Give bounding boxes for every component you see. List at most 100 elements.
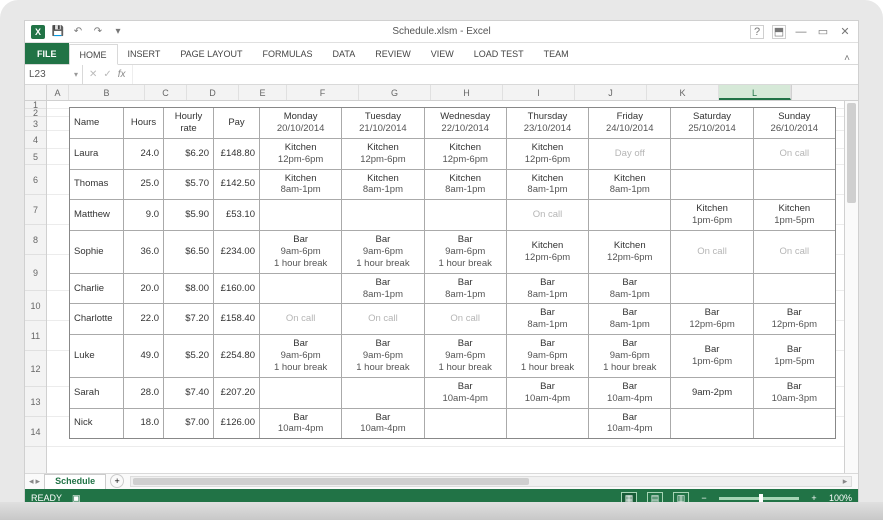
select-all-corner[interactable] xyxy=(25,85,47,100)
column-header-c[interactable]: C xyxy=(145,85,187,100)
qat-redo-button[interactable]: ↷ xyxy=(91,25,105,39)
column-header-g[interactable]: G xyxy=(359,85,431,100)
sheet-tab-schedule[interactable]: Schedule xyxy=(44,474,106,489)
add-sheet-button[interactable]: + xyxy=(110,474,124,488)
schedule-cell: Bar8am-1pm xyxy=(342,274,424,304)
schedule-cell xyxy=(754,274,835,304)
row-header-5[interactable]: 5 xyxy=(25,149,46,165)
schedule-cell: Kitchen8am-1pm xyxy=(425,170,507,200)
schedule-cell: Kitchen8am-1pm xyxy=(260,170,342,200)
column-header-f[interactable]: F xyxy=(287,85,359,100)
minimize-button[interactable]: — xyxy=(794,25,808,39)
formula-input[interactable] xyxy=(133,65,858,84)
column-header-j[interactable]: J xyxy=(575,85,647,100)
column-header-l[interactable]: L xyxy=(719,85,791,100)
schedule-cell: £254.80 xyxy=(214,335,260,377)
collapse-ribbon-button[interactable]: ˄ xyxy=(844,53,858,64)
laptop-base xyxy=(0,502,883,520)
schedule-cell: £142.50 xyxy=(214,170,260,200)
formula-cancel-button[interactable]: ✕ xyxy=(89,69,97,80)
schedule-cell: Bar8am-1pm xyxy=(589,274,671,304)
close-button[interactable]: ✕ xyxy=(838,25,852,39)
schedule-cell: $7.20 xyxy=(164,304,214,334)
schedule-cell: Kitchen12pm-6pm xyxy=(342,139,424,169)
schedule-cell: $5.90 xyxy=(164,200,214,230)
ribbon-tab-home[interactable]: HOME xyxy=(69,44,118,65)
sheet-next-button[interactable]: ▸ xyxy=(36,476,41,487)
row-header-10[interactable]: 10 xyxy=(25,291,46,321)
horizontal-scrollbar-thumb[interactable] xyxy=(133,478,529,485)
ribbon-tab-insert[interactable]: INSERT xyxy=(118,43,171,64)
horizontal-scrollbar[interactable]: ◂ ▸ xyxy=(130,476,852,487)
row-header-2[interactable]: 2 xyxy=(25,109,46,117)
row-header-6[interactable]: 6 xyxy=(25,165,46,195)
schedule-cell: 22.0 xyxy=(124,304,164,334)
schedule-cell: Sophie xyxy=(70,231,124,273)
column-header-b[interactable]: B xyxy=(69,85,145,100)
hscroll-right-arrow-icon[interactable]: ▸ xyxy=(839,477,851,486)
vertical-scrollbar-thumb[interactable] xyxy=(847,103,856,203)
schedule-cell: £207.20 xyxy=(214,378,260,408)
schedule-cell: $7.40 xyxy=(164,378,214,408)
schedule-row: Sarah28.0$7.40£207.20Bar10am-4pmBar10am-… xyxy=(70,378,835,409)
sheet-prev-button[interactable]: ◂ xyxy=(29,476,34,487)
row-header-11[interactable]: 11 xyxy=(25,321,46,351)
schedule-cell: Thursday23/10/2014 xyxy=(507,108,589,138)
row-header-3[interactable]: 3 xyxy=(25,117,46,131)
ribbon-tab-data[interactable]: DATA xyxy=(323,43,366,64)
schedule-cell: Bar8am-1pm xyxy=(589,304,671,334)
schedule-cell: Bar10am-3pm xyxy=(754,378,835,408)
schedule-cell xyxy=(671,274,753,304)
schedule-cell: Kitchen8am-1pm xyxy=(342,170,424,200)
ribbon-tab-load-test[interactable]: LOAD TEST xyxy=(464,43,534,64)
spreadsheet-grid[interactable]: NameHoursHourly ratePayMonday20/10/2014T… xyxy=(47,101,844,473)
row-header-8[interactable]: 8 xyxy=(25,225,46,255)
schedule-cell: Bar8am-1pm xyxy=(507,304,589,334)
schedule-cell: 36.0 xyxy=(124,231,164,273)
insert-function-button[interactable]: fx xyxy=(118,69,126,80)
zoom-slider[interactable] xyxy=(719,497,799,500)
schedule-cell xyxy=(589,200,671,230)
formula-enter-button[interactable]: ✓ xyxy=(103,69,111,80)
ribbon-tab-view[interactable]: VIEW xyxy=(421,43,464,64)
row-header-14[interactable]: 14 xyxy=(25,417,46,447)
ribbon-tab-team[interactable]: TEAM xyxy=(534,43,579,64)
column-header-a[interactable]: A xyxy=(47,85,69,100)
vertical-scrollbar[interactable] xyxy=(844,101,858,473)
excel-window: X 💾 ↶ ↷ ▾ Schedule.xlsm - Excel ? ⬒ — ▭ … xyxy=(24,20,859,508)
column-header-d[interactable]: D xyxy=(187,85,239,100)
schedule-cell: £126.00 xyxy=(214,409,260,439)
row-header-12[interactable]: 12 xyxy=(25,351,46,387)
schedule-cell xyxy=(754,409,835,439)
ribbon-tab-formulas[interactable]: FORMULAS xyxy=(253,43,323,64)
schedule-row: Thomas25.0$5.70£142.50Kitchen8am-1pmKitc… xyxy=(70,170,835,201)
schedule-cell: Bar10am-4pm xyxy=(589,409,671,439)
chevron-down-icon[interactable]: ▾ xyxy=(74,70,78,79)
schedule-cell: Kitchen12pm-6pm xyxy=(260,139,342,169)
column-header-i[interactable]: I xyxy=(503,85,575,100)
row-header-9[interactable]: 9 xyxy=(25,255,46,291)
row-header-7[interactable]: 7 xyxy=(25,195,46,225)
column-header-h[interactable]: H xyxy=(431,85,503,100)
schedule-row: Nick18.0$7.00£126.00Bar10am-4pmBar10am-4… xyxy=(70,409,835,439)
name-box[interactable]: L23 ▾ xyxy=(25,65,83,84)
laptop-frame: X 💾 ↶ ↷ ▾ Schedule.xlsm - Excel ? ⬒ — ▭ … xyxy=(0,0,883,508)
ribbon-tab-review[interactable]: REVIEW xyxy=(365,43,421,64)
help-button[interactable]: ? xyxy=(750,25,764,39)
schedule-cell xyxy=(671,139,753,169)
qat-save-button[interactable]: 💾 xyxy=(51,25,65,39)
ribbon-tab-page-layout[interactable]: PAGE LAYOUT xyxy=(170,43,252,64)
schedule-cell: On call xyxy=(507,200,589,230)
column-header-e[interactable]: E xyxy=(239,85,287,100)
ribbon-options-button[interactable]: ⬒ xyxy=(772,25,786,39)
row-header-13[interactable]: 13 xyxy=(25,387,46,417)
qat-undo-button[interactable]: ↶ xyxy=(71,25,85,39)
maximize-button[interactable]: ▭ xyxy=(816,25,830,39)
schedule-cell: Bar8am-1pm xyxy=(507,274,589,304)
row-header-4[interactable]: 4 xyxy=(25,131,46,149)
schedule-cell: Tuesday21/10/2014 xyxy=(342,108,424,138)
ribbon-tab-file[interactable]: FILE xyxy=(25,43,69,64)
schedule-cell: Bar12pm-6pm xyxy=(754,304,835,334)
qat-customize-button[interactable]: ▾ xyxy=(111,25,125,39)
column-header-k[interactable]: K xyxy=(647,85,719,100)
